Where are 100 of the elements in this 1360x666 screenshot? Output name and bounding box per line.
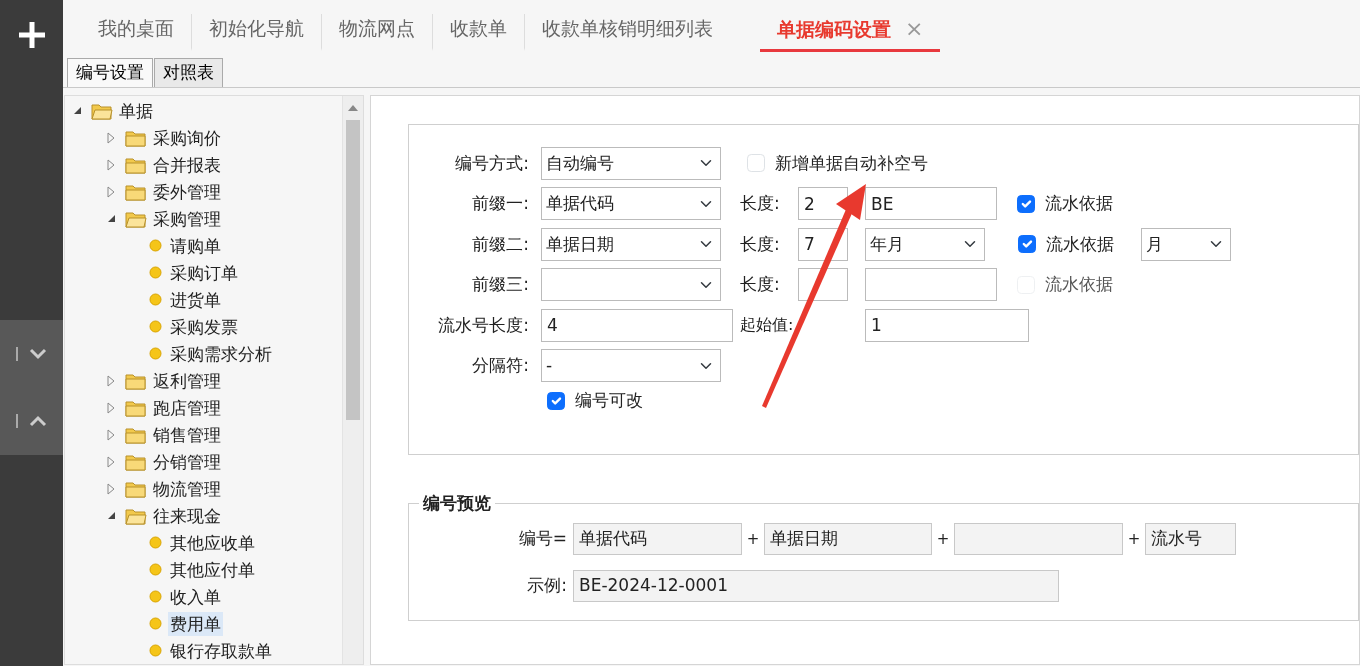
tree-item[interactable]: 跑店管理 <box>151 395 223 420</box>
field-label: 示例: <box>526 574 568 598</box>
dot-icon <box>149 320 162 333</box>
tab[interactable]: 初始化导航 <box>191 14 321 52</box>
collapsed-icon[interactable] <box>107 482 115 495</box>
folder-icon <box>125 452 147 471</box>
field-label: 起始值: <box>740 314 795 337</box>
tree-item[interactable]: 委外管理 <box>151 179 223 204</box>
plus-sign: + <box>935 528 951 550</box>
collapsed-icon[interactable] <box>107 158 115 171</box>
checkbox[interactable] <box>1017 194 1035 213</box>
dot-icon <box>149 644 162 657</box>
tree-item[interactable]: 进货单 <box>168 287 223 312</box>
tree-item[interactable]: 采购需求分析 <box>168 341 274 366</box>
dot-icon <box>149 617 162 630</box>
collapsed-icon[interactable] <box>107 401 115 414</box>
tree-item[interactable]: 收入单 <box>168 584 223 609</box>
input-field[interactable]: 2 <box>798 187 848 221</box>
scroll-up-icon[interactable] <box>347 104 359 112</box>
scrollbar[interactable] <box>342 96 363 664</box>
tab[interactable]: 收款单核销明细列表 <box>524 14 730 52</box>
tree-item[interactable]: 销售管理 <box>151 422 223 447</box>
tree-item[interactable]: 其他应付单 <box>168 557 257 582</box>
folder-icon <box>125 182 147 201</box>
checkbox-label: 流水依据 <box>1045 273 1113 296</box>
checkbox-label: 流水依据 <box>1045 192 1113 215</box>
readonly-field: 单据日期 <box>764 523 932 555</box>
folder-icon <box>91 101 113 120</box>
dropdown[interactable]: 自动编号 <box>541 146 721 180</box>
tree-item[interactable]: 采购管理 <box>151 206 223 231</box>
checkbox-label: 编号可改 <box>575 389 643 413</box>
dropdown[interactable]: 月 <box>1141 227 1231 261</box>
tab[interactable]: 编号设置 <box>67 58 153 87</box>
tree-item[interactable]: 采购订单 <box>168 260 240 285</box>
readonly-field: 流水号 <box>1145 523 1236 555</box>
checkbox[interactable] <box>547 392 565 410</box>
readonly-field: BE-2024-12-0001 <box>573 570 1059 602</box>
dropdown[interactable]: 单据代码 <box>541 187 721 221</box>
folder-icon <box>125 479 147 498</box>
tree-item[interactable]: 采购询价 <box>151 125 223 150</box>
tree-item[interactable]: 物流管理 <box>151 476 223 501</box>
tab[interactable]: 对照表 <box>154 58 223 87</box>
tree-item[interactable]: 采购发票 <box>168 314 240 339</box>
plus-sign: + <box>1126 528 1142 550</box>
collapsed-icon[interactable] <box>107 185 115 198</box>
field-label: 前缀一: <box>471 192 530 215</box>
scrollbar-thumb[interactable] <box>346 120 360 420</box>
input-field[interactable]: 1 <box>865 308 1029 342</box>
tree-item[interactable]: 银行存取款单 <box>168 638 274 663</box>
tab[interactable]: 我的桌面 <box>81 14 191 52</box>
dot-icon <box>149 590 162 603</box>
tab[interactable]: 收款单 <box>432 14 524 52</box>
expanded-icon[interactable] <box>107 214 116 224</box>
dot-icon <box>149 293 162 306</box>
field-label: 分隔符: <box>471 354 530 377</box>
input-field[interactable]: 4 <box>541 308 733 342</box>
checkbox[interactable] <box>1018 235 1036 254</box>
collapsed-icon[interactable] <box>107 428 115 441</box>
checkbox-label: 新增单据自动补空号 <box>775 151 928 175</box>
dot-icon <box>149 239 162 252</box>
dropdown[interactable]: 年月 <box>865 227 985 261</box>
folder-icon <box>125 155 147 174</box>
plus-sign: + <box>745 528 761 550</box>
expanded-icon[interactable] <box>73 106 82 116</box>
field-label: 长度: <box>740 273 781 296</box>
collapsed-icon[interactable] <box>107 131 115 144</box>
dropdown[interactable]: - <box>541 349 721 383</box>
input-field[interactable]: BE <box>865 187 997 221</box>
field-label: 前缀二: <box>471 232 530 256</box>
folder-icon <box>125 209 147 228</box>
tree-item[interactable]: 分销管理 <box>151 449 223 474</box>
add-icon[interactable] <box>16 20 47 50</box>
chevron-up-icon[interactable] <box>14 413 49 430</box>
folder-icon <box>125 506 147 525</box>
dot-icon <box>149 266 162 279</box>
tab[interactable]: 物流网点 <box>321 14 432 52</box>
tree-item[interactable]: 返利管理 <box>151 368 223 393</box>
dropdown[interactable]: 单据日期 <box>541 227 721 261</box>
field-label: 前缀三: <box>471 273 530 296</box>
dot-icon <box>149 536 162 549</box>
tree-item[interactable]: 请购单 <box>168 233 223 258</box>
field-label: 长度: <box>740 192 781 215</box>
dot-icon <box>149 347 162 360</box>
input-field[interactable] <box>865 268 997 302</box>
collapsed-icon[interactable] <box>107 455 115 468</box>
field-label: 长度: <box>740 232 781 256</box>
expanded-icon[interactable] <box>107 511 116 521</box>
tree-item[interactable]: 其他应收单 <box>168 530 257 555</box>
folder-icon <box>125 371 147 390</box>
folder-icon <box>125 128 147 147</box>
tree-item[interactable]: 往来现金 <box>151 503 223 528</box>
collapsed-icon[interactable] <box>107 374 115 387</box>
dropdown[interactable] <box>541 268 721 302</box>
tree-item[interactable]: 费用单 <box>168 611 223 636</box>
chevron-down-icon[interactable] <box>14 345 49 362</box>
field-label: 流水号长度: <box>437 313 530 337</box>
tree-item[interactable]: 单据 <box>117 98 155 123</box>
tree-item[interactable]: 合并报表 <box>151 152 223 177</box>
tab[interactable]: 单据编码设置 × <box>760 14 941 53</box>
dot-icon <box>149 563 162 576</box>
